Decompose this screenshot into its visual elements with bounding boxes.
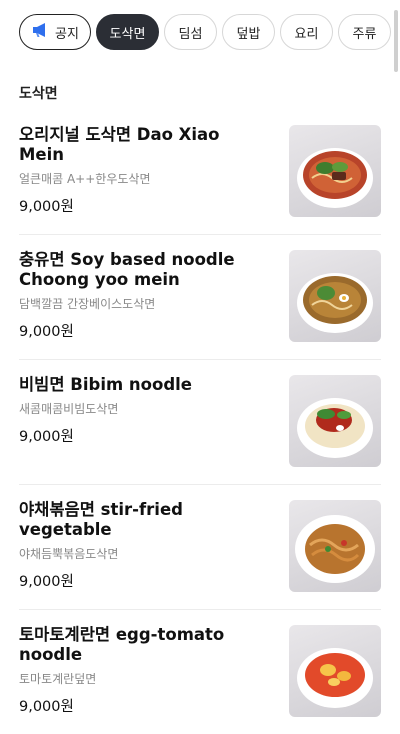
bibim-noodle-image bbox=[289, 375, 381, 467]
tab-label: 덮밥 bbox=[236, 26, 261, 42]
scrollbar[interactable] bbox=[394, 10, 398, 72]
tab-yori[interactable]: 요리 bbox=[280, 14, 333, 50]
menu-item-desc: 새콤매콤비빔도삭면 bbox=[19, 402, 119, 416]
stir-fried-noodle-image bbox=[289, 500, 381, 592]
menu-item-price: 9,000원 bbox=[19, 699, 74, 715]
tab-notice[interactable]: 공지 bbox=[19, 14, 91, 50]
menu-item-price: 9,000원 bbox=[19, 199, 74, 215]
menu-item-price: 9,000원 bbox=[19, 574, 74, 590]
menu-item-desc: 담백깔끔 간장베이스도삭면 bbox=[19, 297, 156, 311]
menu-item[interactable]: 비빔면 Bibim noodle 새콤매콤비빔도삭면 9,000원 bbox=[19, 360, 381, 485]
menu-item-name: 토마토계란면 egg-tomato noodle bbox=[19, 625, 225, 664]
tomato-egg-noodle-image bbox=[289, 625, 381, 717]
tab-label: 딤섬 bbox=[178, 26, 203, 42]
menu-item-text: 비빔면 Bibim noodle 새콤매콤비빔도삭면 9,000원 bbox=[19, 375, 269, 446]
menu-list: 오리지널 도삭면 Dao Xiao Mein 얼큰매콤 A++한우도삭면 9,0… bbox=[19, 110, 381, 734]
tab-dimsum[interactable]: 딤섬 bbox=[164, 14, 217, 50]
menu-item-text: 토마토계란면 egg-tomato noodle 토마토계란덮면 9,000원 bbox=[19, 625, 269, 716]
menu-item-name: 비빔면 Bibim noodle bbox=[19, 375, 192, 394]
tab-juryu[interactable]: 주류 bbox=[338, 14, 391, 50]
menu-item-name: 야채볶음면 stir-fried vegetable bbox=[19, 500, 183, 539]
menu-item-text: 충유면 Soy based noodle Choong yoo mein 담백깔… bbox=[19, 250, 269, 341]
menu-item-price: 9,000원 bbox=[19, 324, 74, 340]
tab-deopbap[interactable]: 덮밥 bbox=[222, 14, 275, 50]
soy-noodle-soup-image bbox=[289, 250, 381, 342]
tab-label: 요리 bbox=[294, 26, 319, 42]
menu-item-name: 충유면 Soy based noodle Choong yoo mein bbox=[19, 250, 235, 289]
tab-label: 공지 bbox=[55, 26, 79, 42]
menu-item[interactable]: 오리지널 도삭면 Dao Xiao Mein 얼큰매콤 A++한우도삭면 9,0… bbox=[19, 110, 381, 235]
menu-item[interactable]: 충유면 Soy based noodle Choong yoo mein 담백깔… bbox=[19, 235, 381, 360]
menu-item-price: 9,000원 bbox=[19, 429, 74, 445]
menu-item[interactable]: 야채볶음면 stir-fried vegetable 야채듬뿍볶음도삭면 9,0… bbox=[19, 485, 381, 610]
megaphone-icon bbox=[31, 22, 49, 42]
beef-noodle-soup-image bbox=[289, 125, 381, 217]
menu-item-name: 오리지널 도삭면 Dao Xiao Mein bbox=[19, 125, 220, 164]
menu-item[interactable]: 토마토계란면 egg-tomato noodle 토마토계란덮면 9,000원 bbox=[19, 610, 381, 734]
tab-label: 주류 bbox=[352, 26, 377, 42]
menu-item-desc: 얼큰매콤 A++한우도삭면 bbox=[19, 172, 151, 186]
category-tabs: 공지 도삭면 딤섬 덮밥 요리 주류 bbox=[19, 14, 391, 50]
tab-label: 도삭면 bbox=[109, 26, 146, 42]
menu-item-desc: 토마토계란덮면 bbox=[19, 672, 97, 686]
section-title: 도삭면 bbox=[19, 86, 58, 102]
tab-dosakmyeon[interactable]: 도삭면 bbox=[96, 14, 159, 50]
menu-item-desc: 야채듬뿍볶음도삭면 bbox=[19, 547, 119, 561]
menu-item-text: 야채볶음면 stir-fried vegetable 야채듬뿍볶음도삭면 9,0… bbox=[19, 500, 269, 591]
menu-item-text: 오리지널 도삭면 Dao Xiao Mein 얼큰매콤 A++한우도삭면 9,0… bbox=[19, 125, 269, 216]
